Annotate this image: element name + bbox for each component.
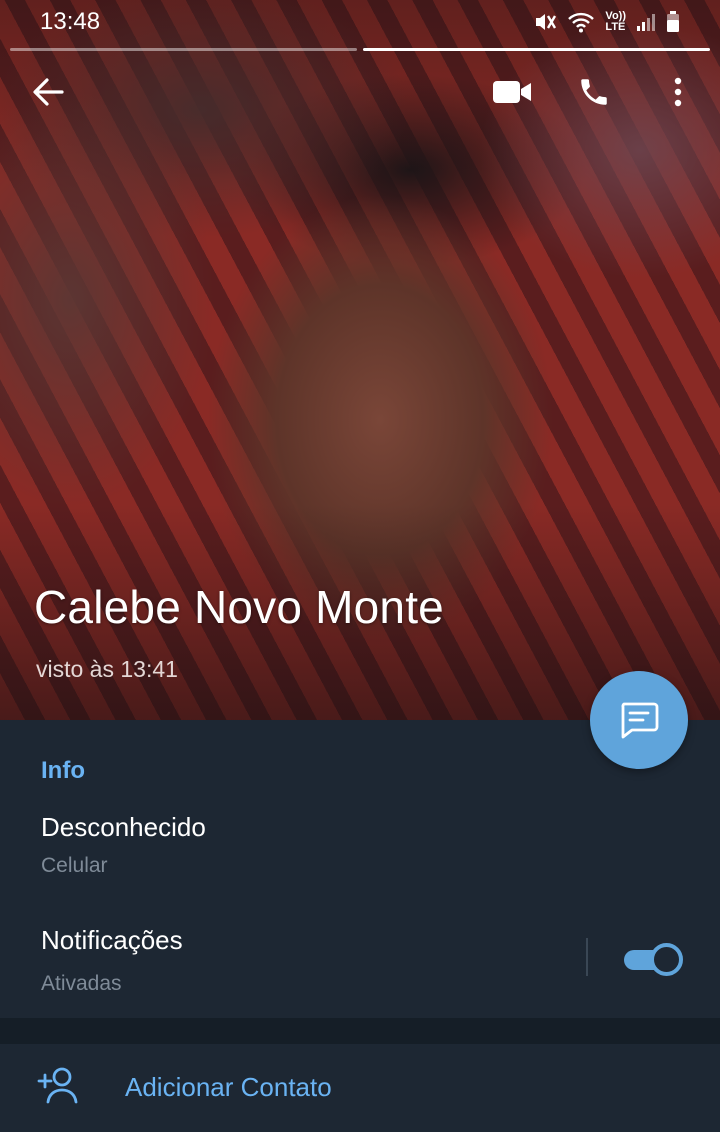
back-button[interactable] xyxy=(18,62,78,122)
status-bar: 13:48 Vo)) LTE xyxy=(0,0,720,44)
send-message-button[interactable] xyxy=(590,671,688,769)
lte-label: LTE xyxy=(605,21,626,33)
arrow-left-icon xyxy=(33,78,64,106)
volte-lte-icon: Vo)) LTE xyxy=(605,11,626,33)
add-user-icon xyxy=(37,1067,78,1104)
phone-icon xyxy=(581,79,607,105)
toggle-knob xyxy=(650,943,683,976)
photo-progress-segment-active xyxy=(363,48,710,51)
photo-progress xyxy=(10,48,710,52)
profile-toolbar xyxy=(0,62,720,122)
voice-call-button[interactable] xyxy=(564,62,624,122)
wifi-icon xyxy=(567,11,595,33)
last-seen-status: visto às 13:41 xyxy=(36,656,178,682)
profile-name: Calebe Novo Monte xyxy=(34,581,444,633)
battery-icon xyxy=(666,11,680,33)
more-vertical-icon xyxy=(674,77,682,107)
status-icons: Vo)) LTE xyxy=(533,11,680,33)
video-call-button[interactable] xyxy=(482,62,542,122)
info-section: Info Desconhecido Celular Notificações A… xyxy=(0,720,720,1018)
notifications-status: Ativadas xyxy=(41,972,122,995)
section-separator xyxy=(0,1018,720,1044)
message-icon xyxy=(621,702,659,739)
add-contact-button[interactable]: Adicionar Contato xyxy=(0,1044,720,1132)
add-contact-label: Adicionar Contato xyxy=(125,1072,332,1102)
phone-label: Celular xyxy=(41,854,108,877)
signal-icon xyxy=(636,12,656,32)
photo-progress-segment xyxy=(10,48,357,51)
notifications-divider xyxy=(586,938,588,976)
notifications-title[interactable]: Notificações xyxy=(41,925,183,956)
notifications-toggle[interactable] xyxy=(622,942,684,976)
mute-vibrate-icon xyxy=(533,11,557,33)
status-time: 13:48 xyxy=(40,8,101,35)
video-camera-icon xyxy=(493,81,531,103)
phone-value[interactable]: Desconhecido xyxy=(41,812,206,843)
section-title-info: Info xyxy=(41,757,85,784)
more-options-button[interactable] xyxy=(648,62,708,122)
